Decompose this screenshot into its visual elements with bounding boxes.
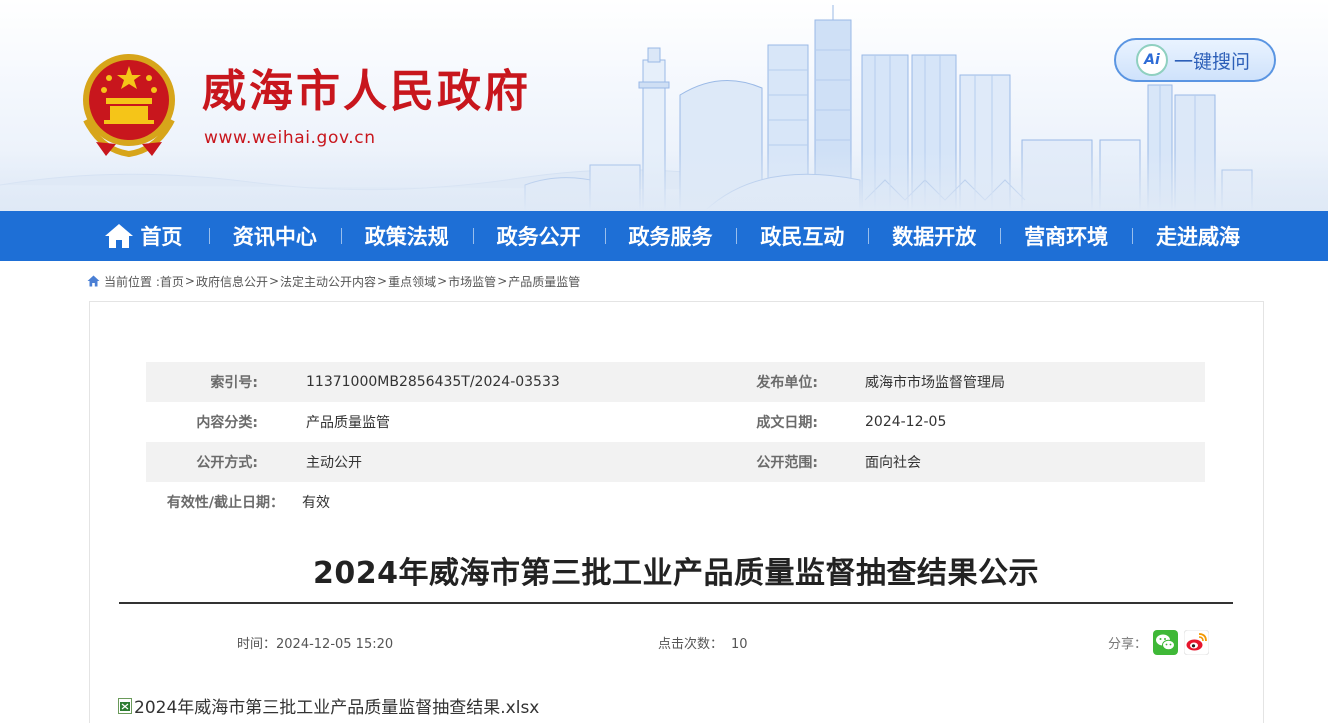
wechat-icon[interactable] [1153, 629, 1179, 655]
meta-row: 公开方式: 主动公开 公开范围: 面向社会 [146, 442, 1205, 482]
index-value: 11371000MB2856435T/2024-03533 [306, 374, 560, 390]
main-nav: 首页 资讯中心 政策法规 政务公开 政务服务 政民互动 数据开放 营商环境 走进… [0, 211, 1328, 261]
article-title: 2024年威海市第三批工业产品质量监督抽查结果公示 [313, 556, 1039, 591]
header-banner: 威海市人民政府 www.weihai.gov.cn Ai 一键搜问 [0, 0, 1328, 211]
breadcrumb-item[interactable]: 政府信息公开 [196, 273, 268, 290]
nav-item-about-weihai[interactable]: 走进威海 [1132, 211, 1264, 261]
nav-item-label: 资讯中心 [232, 225, 317, 249]
method-label: 公开方式: [196, 455, 258, 471]
breadcrumb: 当前位置 : 首页 > 政府信息公开 > 法定主动公开内容 > 重点领域 > 市… [87, 272, 580, 290]
date-value: 2024-12-05 [865, 414, 947, 430]
nav-item-label: 数据开放 [892, 225, 977, 249]
breadcrumb-item[interactable]: 首页 [160, 273, 184, 290]
weibo-icon[interactable] [1184, 629, 1210, 655]
scope-label: 公开范围: [756, 455, 818, 471]
method-value: 主动公开 [306, 455, 362, 471]
publisher-value: 威海市市场监督管理局 [865, 375, 1005, 391]
breadcrumb-item[interactable]: 重点领域 [388, 273, 436, 290]
validity-label: 有效性/截止日期： [166, 495, 284, 511]
breadcrumb-item[interactable]: 市场监管 [448, 273, 496, 290]
nav-item-gov-service[interactable]: 政务服务 [604, 211, 737, 261]
site-title: 威海市人民政府 [202, 66, 531, 117]
nav-item-label: 政务公开 [496, 225, 581, 249]
index-label: 索引号: [210, 375, 258, 391]
breadcrumb-separator: > [184, 274, 195, 288]
share-label: 分享： [1108, 636, 1148, 652]
nav-item-label: 走进威海 [1156, 225, 1241, 249]
breadcrumb-prefix: 当前位置 : [104, 274, 160, 289]
ai-search-label: 一键搜问 [1174, 50, 1251, 73]
nav-item-business[interactable]: 营商环境 [1000, 211, 1132, 261]
nav-item-label: 政策法规 [364, 225, 449, 249]
nav-item-interaction[interactable]: 政民互动 [736, 211, 868, 261]
publish-time: 时间：2024-12-05 15:20 [237, 637, 394, 652]
breadcrumb-item[interactable]: 法定主动公开内容 [280, 273, 376, 290]
nav-item-label: 政民互动 [760, 225, 845, 249]
attachment-link[interactable]: 2024年威海市第三批工业产品质量监督抽查结果.xlsx [134, 693, 539, 718]
category-label: 内容分类: [196, 415, 258, 431]
scope-value: 面向社会 [865, 455, 921, 471]
nav-item-open-data[interactable]: 数据开放 [868, 211, 1000, 261]
breadcrumb-separator: > [497, 274, 508, 288]
meta-row: 索引号: 11371000MB2856435T/2024-03533 发布单位:… [146, 362, 1205, 402]
publisher-label: 发布单位: [756, 375, 818, 391]
hits-value: 10 [731, 637, 748, 652]
share-bar: 分享： [1108, 629, 1210, 655]
home-icon [87, 275, 100, 287]
nav-item-gov-open[interactable]: 政务公开 [472, 211, 605, 261]
nav-item-label: 政务服务 [628, 225, 713, 249]
breadcrumb-separator: > [268, 274, 280, 288]
hit-count: 点击次数： 10 [658, 633, 748, 652]
nav-item-label: 首页 [140, 225, 183, 249]
banner-mist [0, 151, 1328, 211]
title-divider [119, 602, 1233, 604]
breadcrumb-item[interactable]: 产品质量监管 [508, 273, 580, 290]
nav-item-news[interactable]: 资讯中心 [208, 211, 341, 261]
nav-item-policy[interactable]: 政策法规 [340, 211, 473, 261]
national-emblem-icon [83, 54, 175, 158]
xls-file-icon [118, 697, 132, 714]
breadcrumb-separator: > [377, 274, 388, 288]
category-value: 产品质量监管 [306, 415, 390, 431]
validity-value: 有效 [302, 495, 330, 511]
site-url: www.weihai.gov.cn [204, 128, 376, 148]
nav-item-label: 营商环境 [1024, 225, 1109, 249]
home-icon [105, 224, 134, 248]
date-label: 成文日期: [756, 415, 818, 431]
meta-table: 索引号: 11371000MB2856435T/2024-03533 发布单位:… [146, 362, 1205, 522]
ai-icon: Ai [1136, 44, 1168, 76]
hits-label: 点击次数： [658, 637, 724, 652]
ai-search-button[interactable]: Ai 一键搜问 [1114, 38, 1276, 82]
meta-row: 有效性/截止日期： 有效 [146, 482, 1205, 522]
meta-row: 内容分类: 产品质量监管 成文日期: 2024-12-05 [146, 402, 1205, 442]
breadcrumb-separator: > [437, 274, 448, 288]
nav-item-home[interactable]: 首页 [78, 211, 209, 261]
attachment-item[interactable]: 2024年威海市第三批工业产品质量监督抽查结果.xlsx [118, 693, 539, 718]
